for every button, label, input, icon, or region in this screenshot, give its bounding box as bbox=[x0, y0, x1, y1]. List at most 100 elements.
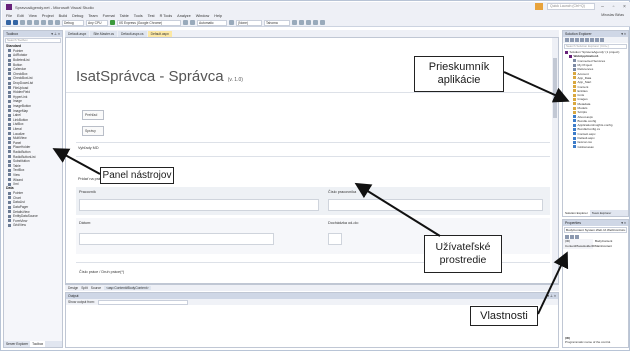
tab-toolbox[interactable]: Toolbox bbox=[30, 341, 46, 347]
control-icon bbox=[8, 145, 11, 149]
refresh-icon[interactable] bbox=[183, 20, 188, 25]
property-row[interactable]: ContentPlaceHolderID MainContent bbox=[563, 244, 628, 249]
worker-number-field[interactable] bbox=[328, 199, 543, 211]
menu-item-test[interactable]: Test bbox=[148, 14, 155, 18]
control-icon bbox=[8, 53, 11, 57]
back-icon[interactable] bbox=[565, 38, 569, 42]
callout-toolbox-text: Panel nástrojov bbox=[102, 169, 172, 181]
font-select[interactable]: Tahoma bbox=[264, 19, 290, 26]
scrollbar-thumb[interactable] bbox=[553, 58, 557, 118]
properties-pin-icon[interactable]: ▾ × bbox=[621, 220, 626, 226]
nav-button-prehlad[interactable]: Prehľad bbox=[82, 110, 104, 120]
source-view-button[interactable]: Source bbox=[91, 286, 101, 290]
open-icon[interactable] bbox=[27, 20, 32, 25]
control-icon bbox=[8, 99, 11, 103]
solution-search-input[interactable]: Search Solution Explorer (Ctrl+;) bbox=[564, 44, 627, 49]
tab-team-explorer[interactable]: Team Explorer bbox=[590, 210, 613, 216]
zoom-select[interactable]: Automatic bbox=[197, 19, 227, 26]
control-icon bbox=[8, 109, 11, 113]
tab-solution-explorer[interactable]: Solution Explorer bbox=[563, 210, 590, 216]
menu-item-analyze[interactable]: Analyze bbox=[177, 14, 191, 18]
output-source-select[interactable] bbox=[97, 299, 188, 305]
split-view-button[interactable]: Split bbox=[81, 286, 87, 290]
save-icon[interactable] bbox=[34, 20, 39, 25]
control-icon bbox=[8, 223, 11, 227]
menu-item-file[interactable]: File bbox=[6, 14, 12, 18]
date-field[interactable] bbox=[79, 233, 274, 245]
signed-in-user[interactable]: Miroslav Biňas bbox=[601, 13, 624, 17]
solution-pin-icon[interactable]: ▾ × bbox=[621, 31, 626, 37]
show-all-files-icon[interactable] bbox=[595, 38, 599, 42]
toolbox-item-label: Panel bbox=[13, 140, 22, 145]
properties-object-select[interactable]: BodyContent System.Web.UI.WebControls.Co… bbox=[564, 227, 627, 233]
toolbox-item[interactable]: GridView bbox=[4, 223, 62, 228]
menu-item-edit[interactable]: Edit bbox=[17, 14, 24, 18]
home-icon[interactable] bbox=[575, 38, 579, 42]
style-select[interactable]: (None) bbox=[236, 19, 262, 26]
save-all-icon[interactable] bbox=[41, 20, 46, 25]
align-icon[interactable] bbox=[320, 20, 325, 25]
undo-icon[interactable] bbox=[48, 20, 53, 25]
categorized-icon[interactable] bbox=[565, 234, 569, 239]
properties-icon[interactable] bbox=[600, 38, 604, 42]
design-view-button[interactable]: Design bbox=[68, 286, 78, 290]
menu-item-build[interactable]: Build bbox=[59, 14, 67, 18]
toolbox-item-label: RadioButtonList bbox=[13, 154, 36, 159]
back-icon[interactable] bbox=[6, 20, 11, 25]
design-scrollbar[interactable] bbox=[552, 38, 558, 283]
attendance-from-field[interactable] bbox=[328, 233, 342, 245]
forward-icon[interactable] bbox=[13, 20, 18, 25]
minimize-button[interactable]: – bbox=[599, 4, 606, 10]
menu-item-r-tools[interactable]: R Tools bbox=[160, 14, 173, 18]
callout-properties: Vlastnosti bbox=[470, 306, 538, 326]
menu-item-format[interactable]: Format bbox=[103, 14, 115, 18]
menu-item-debug[interactable]: Debug bbox=[72, 14, 83, 18]
output-toolbar: Show output from: bbox=[66, 299, 558, 305]
close-button[interactable]: × bbox=[621, 4, 628, 10]
file-icon bbox=[573, 115, 576, 119]
menu-item-window[interactable]: Window bbox=[196, 14, 210, 18]
alphabetical-icon[interactable] bbox=[570, 234, 574, 239]
platform-select[interactable]: Any CPU bbox=[86, 19, 108, 26]
show-output-label: Show output from: bbox=[68, 300, 95, 304]
refresh-icon[interactable] bbox=[585, 38, 589, 42]
menu-item-table[interactable]: Table bbox=[120, 14, 129, 18]
tag-breadcrumb[interactable]: <asp:Content#BodyContent> bbox=[104, 286, 151, 290]
sync-icon[interactable] bbox=[580, 38, 584, 42]
control-icon bbox=[8, 200, 11, 204]
property-value[interactable]: MainContent bbox=[593, 244, 612, 249]
configuration-select[interactable]: Debug bbox=[62, 19, 84, 26]
bold-icon[interactable] bbox=[292, 20, 297, 25]
toolbox-item-label: Localize bbox=[13, 131, 25, 136]
italic-icon[interactable] bbox=[299, 20, 304, 25]
toolbox-search-input[interactable]: Search Toolbox bbox=[5, 38, 61, 43]
style-icon[interactable] bbox=[229, 20, 234, 25]
nav-button-spravy[interactable]: Správy bbox=[82, 126, 104, 136]
underline-icon[interactable] bbox=[306, 20, 311, 25]
property-pages-icon[interactable] bbox=[575, 234, 579, 239]
menu-item-help[interactable]: Help bbox=[214, 14, 222, 18]
toolbox-item-label: Chart bbox=[13, 195, 21, 200]
control-icon bbox=[8, 168, 11, 172]
new-project-icon[interactable] bbox=[20, 20, 25, 25]
pin-icon[interactable]: ▾ ⊥ × bbox=[51, 31, 60, 37]
worker-field[interactable] bbox=[79, 199, 319, 211]
collapse-all-icon[interactable] bbox=[590, 38, 594, 42]
solution-tree-item[interactable]: Global.asax bbox=[563, 145, 628, 149]
maximize-button[interactable]: ▫ bbox=[610, 4, 617, 10]
browser-link-icon[interactable] bbox=[190, 20, 195, 25]
run-target-select[interactable]: IIS Express (Google Chrome) bbox=[117, 19, 181, 26]
output-pin-icon[interactable]: ▾ ⊥ × bbox=[547, 293, 556, 299]
run-icon[interactable] bbox=[110, 20, 115, 25]
menu-item-view[interactable]: View bbox=[29, 14, 37, 18]
forward-icon[interactable] bbox=[570, 38, 574, 42]
control-icon bbox=[8, 141, 11, 145]
notification-flag-icon[interactable] bbox=[535, 3, 543, 10]
font-color-icon[interactable] bbox=[313, 20, 318, 25]
menu-item-team[interactable]: Team bbox=[88, 14, 97, 18]
quick-launch-input[interactable]: Quick Launch (Ctrl+Q) bbox=[547, 3, 595, 10]
menu-item-project[interactable]: Project bbox=[42, 14, 54, 18]
redo-icon[interactable] bbox=[55, 20, 60, 25]
menu-item-tools[interactable]: Tools bbox=[134, 14, 143, 18]
tab-server-explorer[interactable]: Server Explorer bbox=[4, 341, 30, 347]
